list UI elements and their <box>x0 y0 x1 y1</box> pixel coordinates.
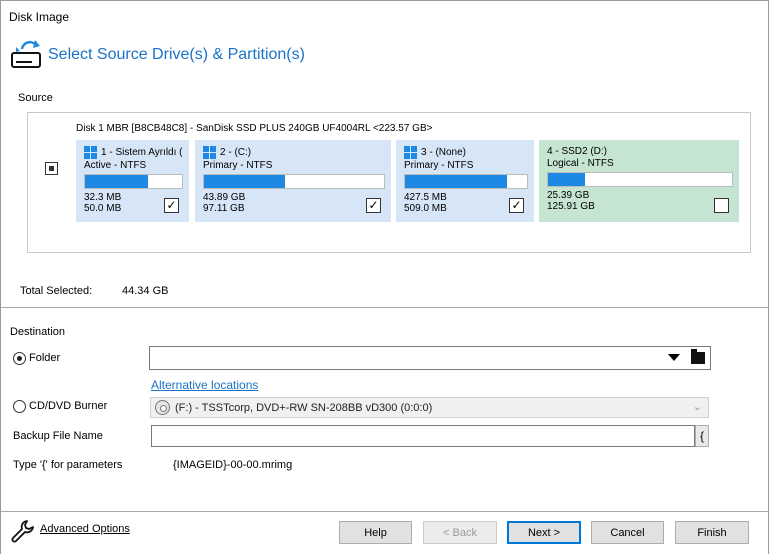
back-button[interactable]: < Back <box>423 521 497 544</box>
destination-label: Destination <box>10 326 66 338</box>
partition-checkbox[interactable]: ✓ <box>509 198 524 213</box>
insert-parameter-button[interactable]: { <box>695 425 709 447</box>
total-selected-label: Total Selected: <box>20 285 93 297</box>
usage-bar-fill <box>405 175 508 188</box>
total-selected-value: 44.34 GB <box>122 285 169 297</box>
disk-image-window: Disk Image Select Source Drive(s) & Part… <box>0 0 769 554</box>
footer-bar: Advanced Options Help < Back Next > Canc… <box>1 512 768 554</box>
partition-name: 2 - (C:) <box>220 147 252 158</box>
disk-select-checkbox[interactable] <box>45 162 58 175</box>
total-size: 97.11 GB <box>203 203 245 214</box>
windows-logo-icon <box>84 146 97 159</box>
partition-checkbox[interactable]: ✓ <box>164 198 179 213</box>
partition-4[interactable]: 4 - SSD2 (D:) Logical - NTFS 25.39 GB 125… <box>539 140 739 222</box>
folder-radio[interactable] <box>13 352 26 365</box>
burner-select[interactable]: (F:) - TSSTcorp, DVD+-RW SN-208BB vD300 … <box>150 397 709 418</box>
partition-2[interactable]: 2 - (C:) Primary - NTFS 43.89 GB 97.11 GB… <box>195 140 391 222</box>
usage-bar <box>203 174 385 189</box>
cancel-button[interactable]: Cancel <box>591 521 664 544</box>
page-title: Select Source Drive(s) & Partition(s) <box>48 46 305 63</box>
partition-checkbox[interactable]: ✓ <box>366 198 381 213</box>
partition-1[interactable]: 1 - Sistem Ayrıldı (N Active - NTFS 32.3… <box>76 140 189 222</box>
wrench-icon <box>11 520 34 543</box>
disk-label: Disk 1 MBR [B8CB48C8] - SanDisk SSD PLUS… <box>76 123 433 134</box>
partition-type: Active - NTFS <box>84 160 147 171</box>
disk-image-icon <box>11 40 41 68</box>
usage-bar-fill <box>85 175 149 188</box>
folder-icon[interactable] <box>691 349 705 364</box>
window-title: Disk Image <box>9 10 70 24</box>
advanced-options-link[interactable]: Advanced Options <box>40 523 130 535</box>
cd-dvd-burner-label[interactable]: CD/DVD Burner <box>29 400 107 412</box>
windows-logo-icon <box>203 146 216 159</box>
partition-name: 4 - SSD2 (D:) <box>547 146 608 157</box>
partition-name: 3 - (None) <box>421 147 467 158</box>
usage-bar <box>547 172 733 187</box>
next-button[interactable]: Next > <box>507 521 581 544</box>
partition-checkbox[interactable] <box>714 198 729 213</box>
chevron-down-icon: ⌄ <box>692 401 702 413</box>
usage-bar <box>84 174 183 189</box>
cd-dvd-burner-radio[interactable] <box>13 400 26 413</box>
alternative-locations-link[interactable]: Alternative locations <box>151 378 258 392</box>
backup-file-name-input[interactable] <box>151 425 695 447</box>
total-size: 125.91 GB <box>547 201 595 212</box>
partition-type: Primary - NTFS <box>404 160 474 171</box>
windows-logo-icon <box>404 146 417 159</box>
finish-button[interactable]: Finish <box>675 521 749 544</box>
used-size: 25.39 GB <box>547 190 590 201</box>
partition-type: Logical - NTFS <box>547 158 614 169</box>
source-label: Source <box>18 92 53 104</box>
partition-type: Primary - NTFS <box>203 160 273 171</box>
parameters-hint-label: Type '{' for parameters <box>13 459 123 471</box>
source-panel: Disk 1 MBR [B8CB48C8] - SanDisk SSD PLUS… <box>27 112 751 253</box>
folder-label[interactable]: Folder <box>29 352 60 364</box>
usage-bar-fill <box>204 175 285 188</box>
disc-drive-icon <box>155 400 170 415</box>
usage-bar <box>404 174 528 189</box>
burner-value: (F:) - TSSTcorp, DVD+-RW SN-208BB vD300 … <box>175 402 433 414</box>
divider <box>1 307 768 308</box>
dropdown-arrow-icon[interactable] <box>668 354 680 361</box>
folder-path-combobox[interactable] <box>149 346 711 370</box>
used-size: 43.89 GB <box>203 192 246 203</box>
partition-3[interactable]: 3 - (None) Primary - NTFS 427.5 MB 509.0 … <box>396 140 534 222</box>
parameters-preview: {IMAGEID}-00-00.mrimg <box>173 459 293 471</box>
partition-name: 1 - Sistem Ayrıldı (N <box>101 147 183 158</box>
usage-bar-fill <box>548 173 585 186</box>
help-button[interactable]: Help <box>339 521 412 544</box>
backup-file-name-label: Backup File Name <box>13 430 103 442</box>
